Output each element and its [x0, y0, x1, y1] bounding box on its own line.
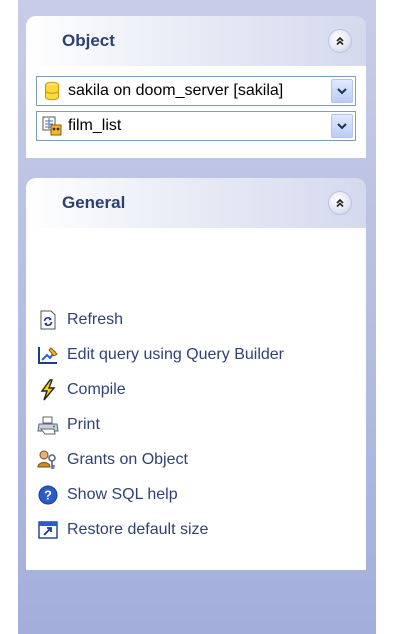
general-panel-title: General [62, 193, 126, 212]
collapse-object-panel-button[interactable] [328, 29, 352, 53]
object-dropdown-button[interactable] [331, 114, 353, 138]
database-icon [42, 80, 62, 102]
action-restore-default-size[interactable]: Restore default size [37, 517, 208, 543]
object-panel-body: sakila on doom_server [sakila] film_list [26, 66, 366, 158]
users-key-icon [37, 449, 59, 471]
action-show-sql-help-label: Show SQL help [67, 486, 178, 503]
object-select[interactable]: film_list [36, 111, 356, 141]
general-panel-body: Refresh Edit query using Query Builder C… [26, 228, 366, 570]
action-refresh[interactable]: Refresh [37, 307, 123, 333]
database-dropdown-button[interactable] [331, 79, 353, 103]
object-panel-header[interactable]: Object [26, 16, 366, 66]
action-compile[interactable]: Compile [37, 377, 126, 403]
action-refresh-label: Refresh [67, 311, 124, 328]
double-chevron-up-icon [336, 36, 344, 46]
object-select-value: film_list [68, 117, 122, 134]
help-icon: ? [37, 484, 59, 506]
action-show-sql-help[interactable]: ? Show SQL help [37, 482, 178, 508]
action-grants-on-object-label: Grants on Object [67, 451, 188, 468]
general-panel-header[interactable]: General [26, 178, 366, 228]
restore-window-icon [37, 519, 59, 541]
database-select-value: sakila on doom_server [sakila] [68, 82, 284, 99]
chevron-down-icon [337, 123, 347, 130]
object-panel: Object sakila on doom_server [sakila] fi… [26, 16, 366, 158]
svg-text:?: ? [44, 488, 52, 503]
task-sidebar: Object sakila on doom_server [sakila] fi… [18, 0, 376, 634]
action-print[interactable]: Print [37, 412, 100, 438]
action-edit-query-builder[interactable]: Edit query using Query Builder [37, 342, 284, 368]
collapse-general-panel-button[interactable] [328, 191, 352, 215]
query-builder-icon [37, 344, 59, 366]
general-panel: General Refresh Edit query using Query B… [26, 178, 366, 570]
double-chevron-up-icon [336, 198, 344, 208]
printer-icon [37, 414, 59, 436]
action-restore-default-size-label: Restore default size [67, 521, 209, 538]
action-edit-query-builder-label: Edit query using Query Builder [67, 346, 284, 363]
chevron-down-icon [337, 88, 347, 95]
action-compile-label: Compile [67, 381, 126, 398]
action-print-label: Print [67, 416, 100, 433]
lightning-icon [37, 379, 59, 401]
action-grants-on-object[interactable]: Grants on Object [37, 447, 188, 473]
refresh-icon [37, 309, 59, 331]
object-panel-title: Object [62, 31, 115, 50]
database-select[interactable]: sakila on doom_server [sakila] [36, 76, 356, 106]
view-icon [42, 115, 62, 137]
